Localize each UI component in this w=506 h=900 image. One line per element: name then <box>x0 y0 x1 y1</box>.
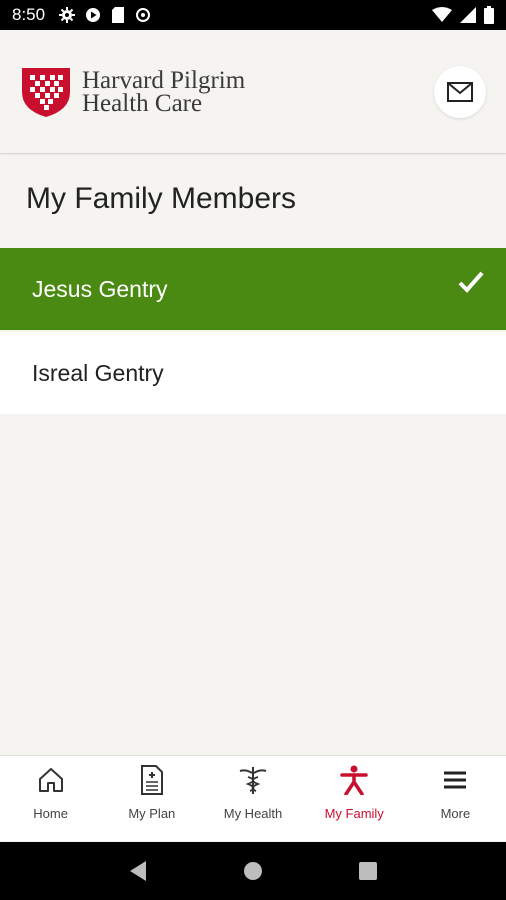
envelope-icon <box>447 82 473 102</box>
recents-icon[interactable] <box>358 861 378 881</box>
nav-item-my-plan[interactable]: My Plan <box>101 756 202 841</box>
menu-icon <box>444 771 467 789</box>
messages-button[interactable] <box>434 66 486 118</box>
document-icon <box>140 765 163 795</box>
nav-item-my-family[interactable]: My Family <box>304 756 405 841</box>
battery-icon <box>484 6 494 24</box>
nav-label: My Health <box>223 806 283 821</box>
checkmark-icon <box>458 271 484 293</box>
logo-line-2: Health Care <box>82 90 203 117</box>
family-member-row-selected[interactable]: Jesus Gentry <box>0 248 506 330</box>
app-header: Harvard Pilgrim Health Care <box>0 30 506 154</box>
back-icon[interactable] <box>128 860 148 882</box>
play-icon <box>86 8 101 22</box>
nav-label: More <box>440 806 471 821</box>
nav-item-my-health[interactable]: My Health <box>202 756 303 841</box>
member-name: Jesus Gentry <box>32 275 168 302</box>
signal-icon <box>460 7 476 23</box>
data-saver-icon <box>136 8 151 22</box>
nav-item-more[interactable]: More <box>405 756 506 841</box>
nav-item-home[interactable]: Home <box>0 756 101 841</box>
person-icon <box>340 765 368 795</box>
logo-text: Harvard Pilgrim Health Care <box>82 67 246 117</box>
bottom-navigation: Home My Plan My Health My Family More <box>0 755 506 841</box>
home-circle-icon[interactable] <box>243 861 263 881</box>
nav-label: My Family <box>324 806 384 821</box>
nav-label: Home <box>33 806 68 821</box>
member-name: Isreal Gentry <box>32 359 164 386</box>
page-title: My Family Members <box>26 182 297 215</box>
shield-logo-icon <box>22 68 70 117</box>
status-notification-icons <box>59 7 151 23</box>
status-bar: 8:50 <box>0 0 506 30</box>
caduceus-icon <box>239 767 267 794</box>
system-navigation-bar <box>0 842 506 900</box>
harvard-pilgrim-logo[interactable]: Harvard Pilgrim Health Care <box>20 66 245 118</box>
settings-icon <box>59 7 76 23</box>
family-member-row[interactable]: Isreal Gentry <box>0 332 506 414</box>
wifi-icon <box>432 7 452 22</box>
status-system-icons <box>432 6 494 24</box>
sd-card-icon <box>112 7 125 23</box>
nav-label: My Plan <box>128 806 176 821</box>
logo-line-1: Harvard Pilgrim <box>82 67 246 94</box>
status-time: 8:50 <box>12 5 46 24</box>
home-icon <box>38 768 63 792</box>
